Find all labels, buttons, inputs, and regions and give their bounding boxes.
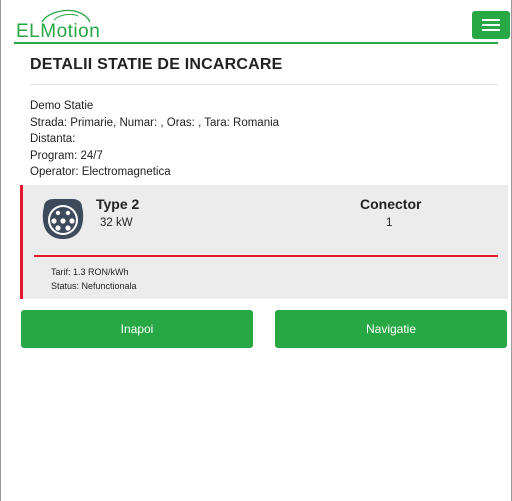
- hamburger-icon-bar: [482, 24, 500, 26]
- connector-divider: [34, 255, 498, 257]
- station-distance: Distanta:: [30, 133, 76, 145]
- type2-plug-icon: [42, 199, 84, 239]
- navbar-divider: [14, 42, 498, 44]
- logo-text: ELMotion: [16, 21, 101, 42]
- page-title: DETALII STATIE DE INCARCARE: [30, 56, 283, 73]
- connector-type: Type 2: [96, 196, 140, 212]
- connector-tariff: Tarif: 1.3 RON/kWh: [51, 267, 129, 277]
- station-info: Demo Statie Strada: Primarie, Numar: , O…: [30, 98, 279, 181]
- connector-status-accent: [20, 185, 23, 299]
- title-divider: [30, 84, 498, 85]
- connector-details: Tarif: 1.3 RON/kWh Status: Nefunctionala: [51, 265, 137, 293]
- station-schedule: Program: 24/7: [30, 149, 103, 162]
- navigate-button[interactable]: Navigatie: [275, 310, 507, 348]
- station-address: Strada: Primarie, Numar: , Oras: , Tara:…: [30, 116, 280, 129]
- station-operator: Operator: Electromagnetica: [30, 166, 171, 178]
- station-name: Demo Statie: [30, 100, 94, 112]
- logo[interactable]: ELMotion: [14, 6, 101, 42]
- connector-status: Status: Nefunctionala: [51, 281, 137, 291]
- connector-number: 1: [386, 217, 393, 229]
- hamburger-icon: [482, 19, 500, 21]
- hamburger-icon-bar: [482, 29, 500, 31]
- connector-power: 32 kW: [100, 217, 133, 229]
- connector-label: Conector: [360, 196, 422, 212]
- navbar: ELMotion: [0, 0, 512, 44]
- back-button[interactable]: Inapoi: [21, 310, 253, 348]
- menu-toggle-button[interactable]: [472, 11, 510, 39]
